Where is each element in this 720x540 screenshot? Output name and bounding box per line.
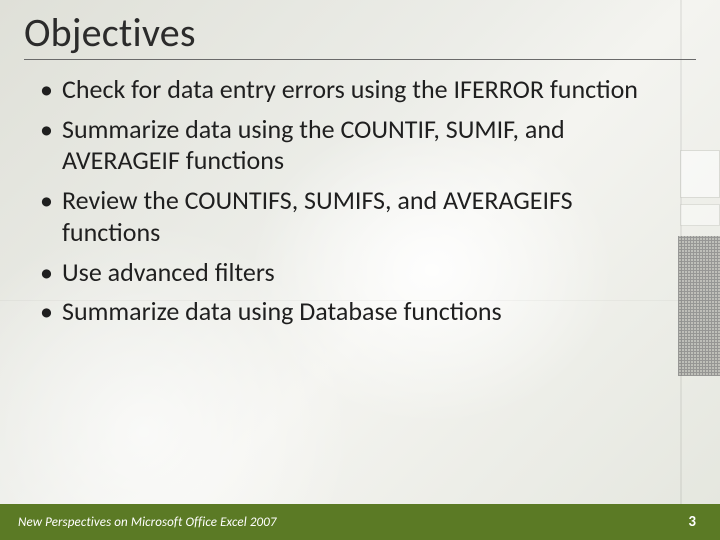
page-number: 3: [688, 513, 696, 531]
content-area: Check for data entry errors using the IF…: [0, 60, 720, 328]
slide: Objectives Check for data entry errors u…: [0, 0, 720, 540]
list-item: Use advanced filters: [40, 257, 660, 289]
list-item: Summarize data using the COUNTIF, SUMIF,…: [40, 114, 660, 177]
list-item: Review the COUNTIFS, SUMIFS, and AVERAGE…: [40, 185, 660, 248]
right-decoration: [678, 150, 720, 380]
deco-box-icon: [680, 150, 720, 198]
slide-title: Objectives: [24, 8, 696, 57]
footer-source: New Perspectives on Microsoft Office Exc…: [18, 515, 277, 530]
objectives-list: Check for data entry errors using the IF…: [40, 74, 660, 328]
list-item: Summarize data using Database functions: [40, 296, 660, 328]
deco-box-icon: [680, 204, 720, 226]
title-area: Objectives: [0, 0, 720, 60]
list-item: Check for data entry errors using the IF…: [40, 74, 660, 106]
footer-bar: New Perspectives on Microsoft Office Exc…: [0, 504, 720, 540]
deco-grid-icon: [678, 236, 720, 376]
